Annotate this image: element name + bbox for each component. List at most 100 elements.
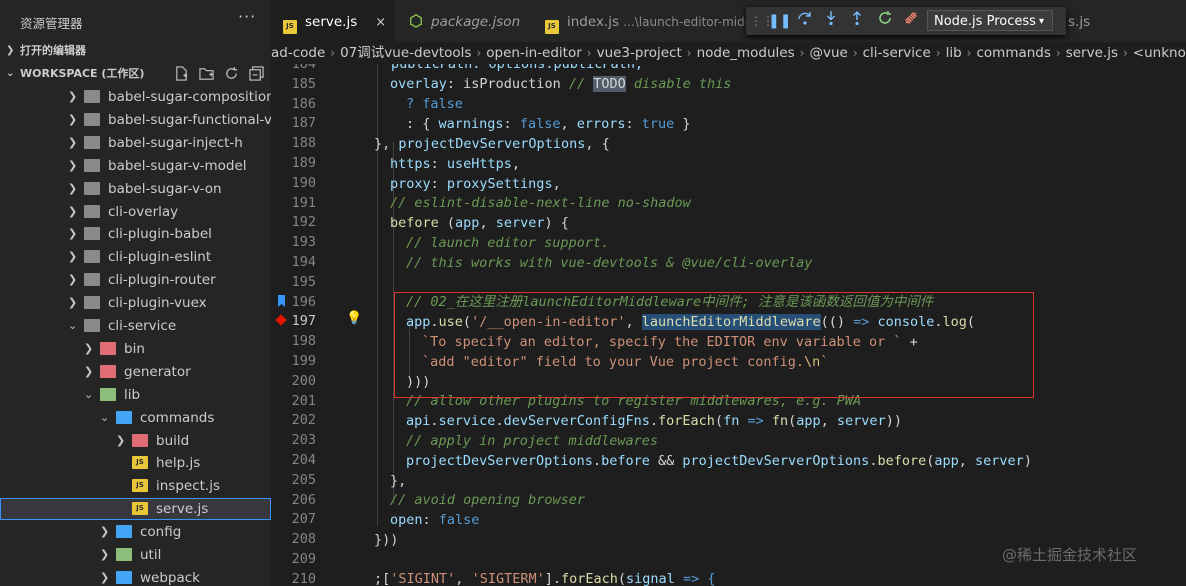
js-file-icon: JS <box>545 20 559 34</box>
breadcrumb-item[interactable]: 07调试vue-devtools <box>340 42 471 64</box>
line-number: 188 <box>291 135 316 152</box>
tab-serve-js[interactable]: JS serve.js × <box>271 0 395 42</box>
folder-icon <box>84 181 100 195</box>
tab-label: s.js <box>1068 14 1091 30</box>
tree-folder[interactable]: ❯ cli-plugin-eslint <box>0 246 271 268</box>
tree-item-label: babel-sugar-inject-h <box>108 134 243 151</box>
step-out-icon[interactable] <box>846 10 868 32</box>
open-editors-label: 打开的编辑器 <box>20 44 86 57</box>
new-folder-icon[interactable] <box>197 64 216 83</box>
chevron-down-icon: ⌄ <box>6 68 15 79</box>
chevron-right-icon[interactable]: ❯ <box>100 544 110 566</box>
folder-icon <box>116 525 132 539</box>
breadcrumb-item[interactable]: lib <box>946 42 962 64</box>
refresh-icon[interactable] <box>222 64 241 83</box>
chevron-right-icon[interactable]: ❯ <box>100 567 110 586</box>
chevron-right-icon[interactable]: ❯ <box>84 361 94 383</box>
breadcrumb-item[interactable]: vue3-project <box>597 42 682 64</box>
new-file-icon[interactable] <box>172 64 191 83</box>
chevron-right-icon[interactable]: ❯ <box>68 86 78 108</box>
chevron-right-icon[interactable]: ❯ <box>68 132 78 154</box>
breadcrumb-item[interactable]: node_modules <box>697 42 795 64</box>
tree-item-label: cli-plugin-babel <box>108 226 212 243</box>
tree-folder[interactable]: ❯ generator <box>0 361 271 383</box>
tree-file[interactable]: JS help.js <box>0 452 271 474</box>
chevron-down-icon[interactable]: ⌄ <box>100 407 110 429</box>
code-line-191: // eslint-disable-next-line no-shadow <box>390 195 691 211</box>
open-editors-section[interactable]: ❯ 打开的编辑器 <box>0 40 271 62</box>
line-number: 200 <box>291 372 316 389</box>
tree-folder[interactable]: ❯ babel-sugar-v-model <box>0 155 271 177</box>
tree-folder[interactable]: ❯ babel-sugar-functional-vue <box>0 109 271 131</box>
tab-index-js[interactable]: JS index.js ...\launch-editor-middle <box>537 0 747 42</box>
step-into-icon[interactable] <box>820 10 842 32</box>
tree-folder[interactable]: ❯ webpack <box>0 567 271 586</box>
tree-folder[interactable]: ❯ babel-sugar-v-on <box>0 178 271 200</box>
chevron-right-icon[interactable]: ❯ <box>68 292 78 314</box>
tree-folder[interactable]: ❯ util <box>0 544 271 566</box>
ellipsis-icon[interactable]: ··· <box>238 7 256 26</box>
tab-s-js[interactable]: s.js <box>1068 0 1108 42</box>
chevron-right-icon[interactable]: ❯ <box>68 223 78 245</box>
tree-file[interactable]: JS inspect.js <box>0 475 271 497</box>
code-line-208: })) <box>374 532 399 548</box>
chevron-right-icon[interactable]: ❯ <box>84 338 94 360</box>
tab-package-json[interactable]: package.json <box>395 0 537 42</box>
debug-process-select[interactable]: Node.js Process ▾ <box>927 10 1053 31</box>
code-line-205: }, <box>390 473 407 489</box>
tree-item-label: webpack <box>140 569 200 586</box>
tree-folder[interactable]: ❯ cli-plugin-router <box>0 269 271 291</box>
breadcrumb-item[interactable]: serve.js <box>1066 42 1118 64</box>
line-number: 186 <box>291 95 316 112</box>
tree-file[interactable]: JS serve.js <box>0 498 271 521</box>
line-number: 189 <box>291 155 316 171</box>
lightbulb-icon[interactable]: 💡 <box>346 311 362 326</box>
code-editor[interactable]: 184 185 186 187 188 189 190 191 192 193 194 195 196 1… <box>271 64 1186 586</box>
chevron-right-icon[interactable]: ❯ <box>68 109 78 131</box>
chevron-right-icon[interactable]: ❯ <box>68 155 78 177</box>
tree-folder[interactable]: ❯ config <box>0 521 271 543</box>
js-file-icon: JS <box>132 479 148 493</box>
pause-icon[interactable]: ❚❚ <box>768 10 791 32</box>
chevron-down-icon[interactable]: ⌄ <box>68 315 78 337</box>
collapse-all-icon[interactable] <box>247 64 266 83</box>
workspace-toolbar <box>172 64 266 83</box>
chevron-right-icon[interactable]: ❯ <box>68 178 78 200</box>
tree-folder[interactable]: ❯ bin <box>0 338 271 360</box>
tree-folder[interactable]: ❯ babel-sugar-composition-api-render-inst… <box>0 86 271 108</box>
tree-folder[interactable]: ⌄ cli-service <box>0 315 271 337</box>
tree-item-label: babel-sugar-v-on <box>108 180 222 197</box>
chevron-down-icon[interactable]: ⌄ <box>84 384 94 406</box>
tree-folder[interactable]: ❯ babel-sugar-inject-h <box>0 132 271 154</box>
step-over-icon[interactable] <box>794 10 816 32</box>
chevron-right-icon: › <box>966 46 972 60</box>
close-icon[interactable]: × <box>375 15 386 30</box>
chevron-right-icon[interactable]: ❯ <box>68 246 78 268</box>
breadcrumb-item[interactable]: <unknown> <box>1133 42 1186 64</box>
chevron-right-icon[interactable]: ❯ <box>68 201 78 223</box>
chevron-right-icon[interactable]: ❯ <box>100 521 110 543</box>
debug-toolbar: ⋮⋮ ❚❚ Node.js Process ▾ <box>746 7 1066 35</box>
code-line-189: https: useHttps, <box>390 156 521 172</box>
restart-icon[interactable] <box>874 10 896 32</box>
line-number: 205 <box>291 471 316 488</box>
tree-item-label: cli-plugin-router <box>108 272 216 289</box>
breadcrumb-item[interactable]: ad-code <box>271 42 325 64</box>
tree-folder[interactable]: ❯ cli-plugin-vuex <box>0 292 271 314</box>
breadcrumb-item[interactable]: cli-service <box>863 42 931 64</box>
tree-item-label: serve.js <box>156 501 209 518</box>
tree-folder[interactable]: ⌄ commands <box>0 407 271 429</box>
watermark: @稀土掘金技术社区 <box>1002 546 1138 564</box>
tree-folder[interactable]: ❯ cli-overlay <box>0 201 271 223</box>
breadcrumb-item[interactable]: open-in-editor <box>486 42 581 64</box>
chevron-right-icon[interactable]: ❯ <box>68 269 78 291</box>
tree-folder[interactable]: ❯ build <box>0 430 271 452</box>
chevron-right-icon[interactable]: ❯ <box>116 430 126 452</box>
breadcrumb-item[interactable]: commands <box>976 42 1050 64</box>
code-line-206: // avoid opening browser <box>390 492 586 508</box>
tree-folder[interactable]: ❯ cli-plugin-babel <box>0 223 271 245</box>
chevron-right-icon: ❯ <box>6 45 15 56</box>
tree-folder[interactable]: ⌄ lib <box>0 384 271 406</box>
breadcrumb-item[interactable]: @vue <box>809 42 847 64</box>
disconnect-icon[interactable] <box>900 10 922 32</box>
